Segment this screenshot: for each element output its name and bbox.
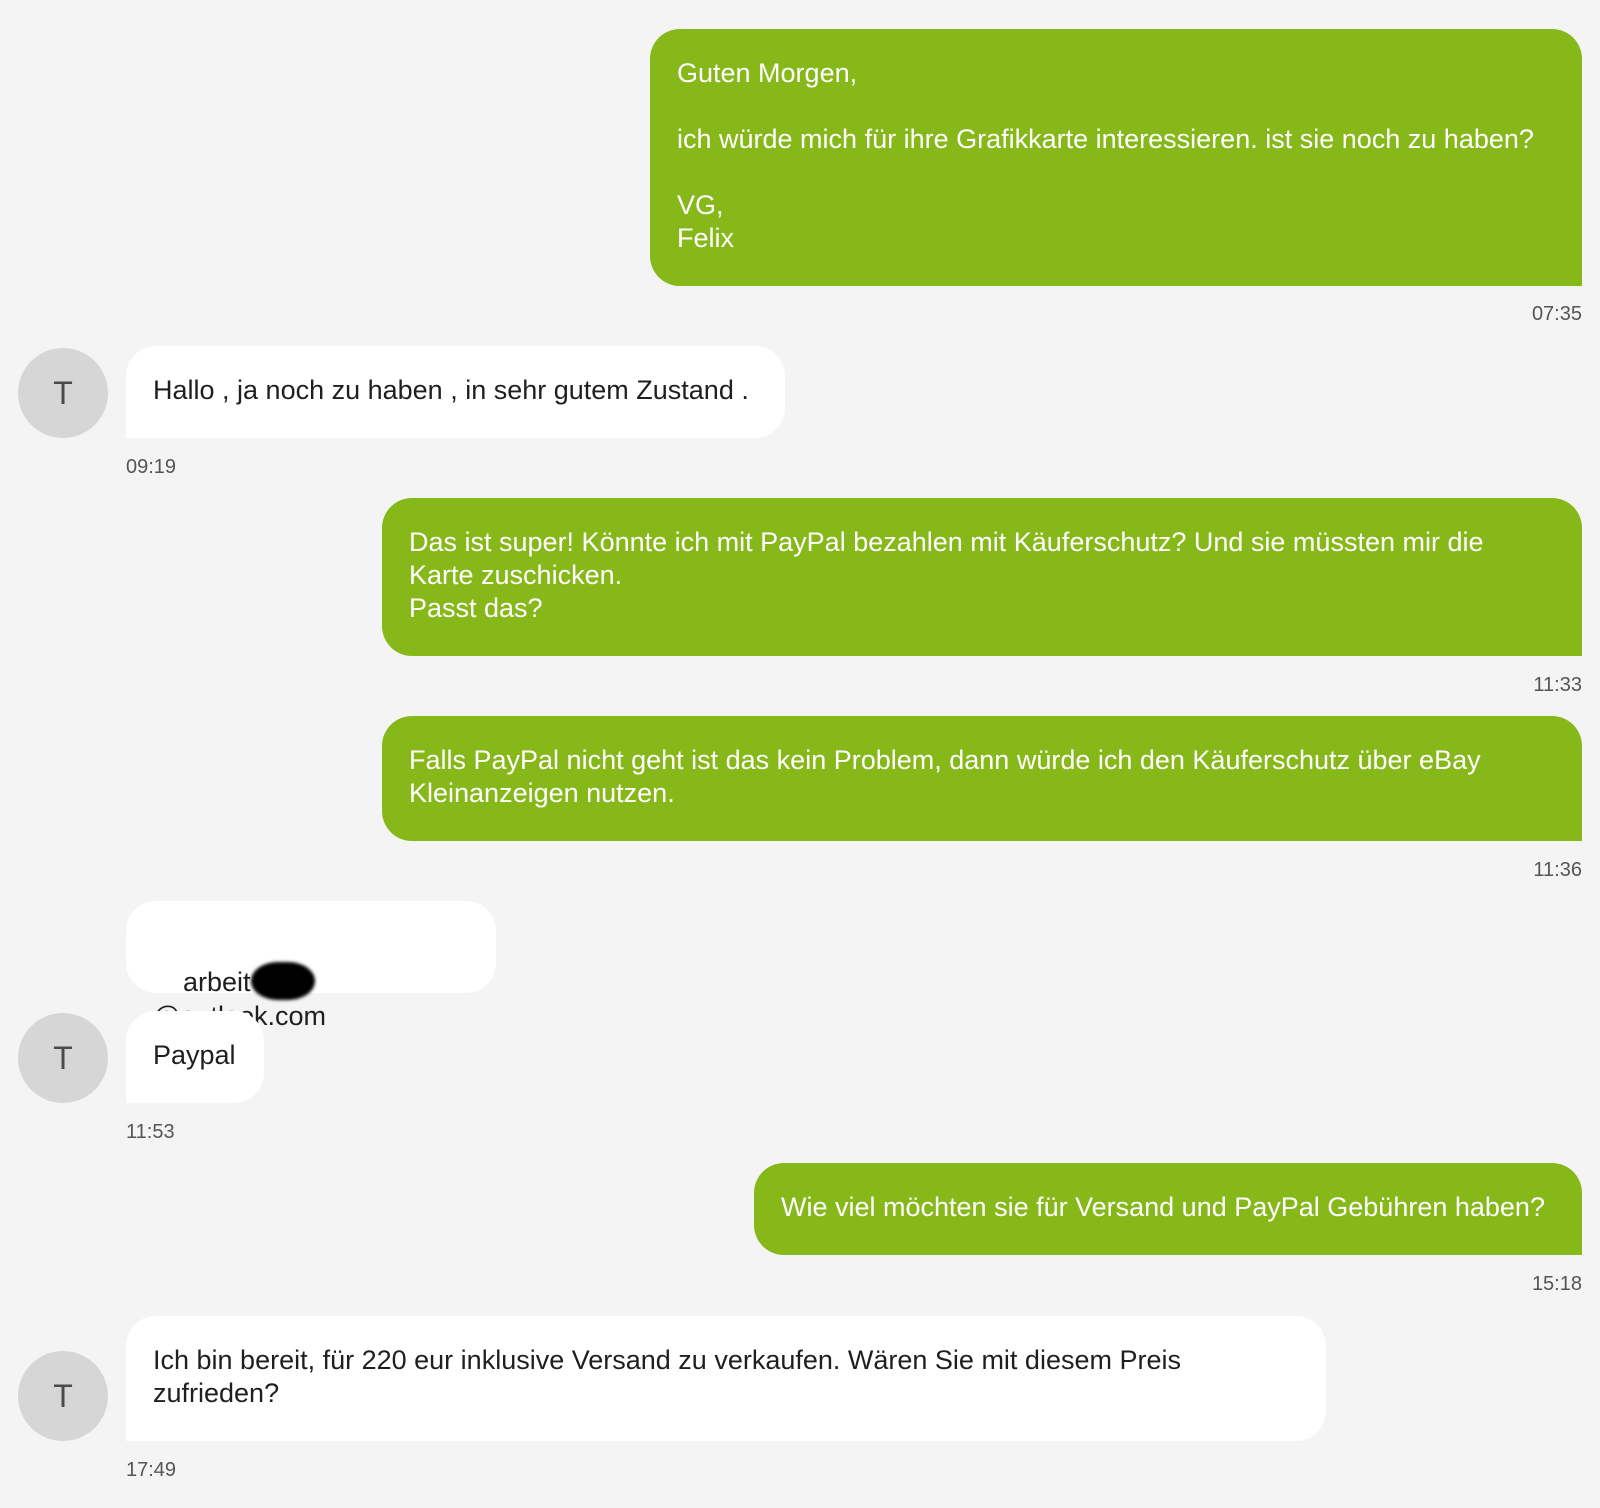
message-timestamp: 15:18 [1531,1273,1582,1295]
chat-thread: Guten Morgen, ich würde mich für ihre Gr… [0,0,1600,1508]
contact-avatar[interactable]: T [18,1013,108,1103]
contact-avatar[interactable]: T [18,1351,108,1441]
message-bubble-outgoing[interactable]: Wie viel möchten sie für Versand und Pay… [754,1163,1582,1255]
email-prefix: arbeit [183,967,251,997]
message-timestamp: 09:19 [126,456,177,478]
redaction-mark [250,962,315,1000]
message-bubble-incoming[interactable]: Ich bin bereit, für 220 eur inklusive Ve… [126,1316,1326,1441]
message-bubble-incoming[interactable]: Hallo , ja noch zu haben , in sehr gutem… [126,346,785,438]
message-timestamp: 11:36 [1533,859,1582,881]
contact-avatar[interactable]: T [18,348,108,438]
message-bubble-incoming[interactable]: Paypal [126,1011,264,1103]
message-timestamp: 11:33 [1533,674,1582,696]
message-timestamp: 11:53 [126,1121,175,1143]
message-bubble-outgoing[interactable]: Das ist super! Könnte ich mit PayPal bez… [382,498,1582,656]
message-bubble-outgoing[interactable]: Falls PayPal nicht geht ist das kein Pro… [382,716,1582,841]
message-timestamp: 17:49 [126,1459,177,1481]
message-bubble-outgoing[interactable]: Guten Morgen, ich würde mich für ihre Gr… [650,29,1582,286]
message-bubble-incoming-email[interactable]: arbeit@outlook.com [126,901,496,1031]
message-timestamp: 07:35 [1531,303,1582,325]
